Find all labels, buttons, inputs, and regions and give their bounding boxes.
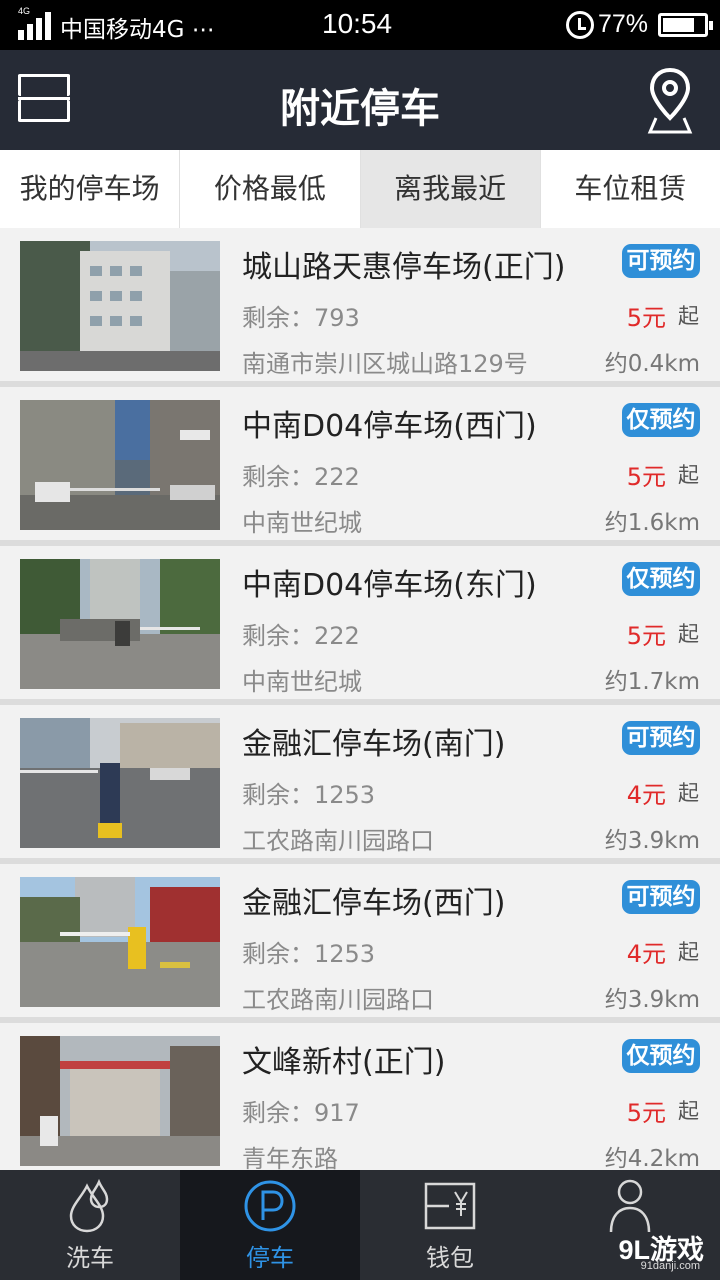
price-suffix: 起 [678, 781, 699, 805]
address: 中南世纪城 [242, 668, 362, 696]
price: 5元 [626, 304, 666, 332]
tab-space-rental[interactable]: 车位租赁 [541, 150, 720, 228]
tab-lowest-price[interactable]: 价格最低 [180, 150, 361, 228]
list-item[interactable]: 城山路天惠停车场(正门) 可预约 剩余：793 5元 起 南通市崇川区城山路12… [0, 228, 720, 381]
list-item[interactable]: 中南D04停车场(东门) 仅预约 剩余：222 5元 起 中南世纪城 约1.7k… [0, 546, 720, 699]
nav-parking[interactable]: 停车 [180, 1170, 360, 1280]
nav-label: 洗车 [66, 1244, 114, 1272]
parking-photo [20, 559, 220, 689]
parking-name: 中南D04停车场(东门) [242, 568, 537, 603]
price-suffix: 起 [678, 1099, 699, 1123]
price-suffix: 起 [678, 940, 699, 964]
status-bar: 4G 中国移动4G ⋯ 10:54 77% [0, 0, 720, 50]
parking-name: 金融汇停车场(南门) [242, 727, 506, 762]
remaining-spaces: 剩余：222 [242, 463, 360, 491]
watermark-domain: 91danji.com [640, 1260, 700, 1272]
nav-label: 钱包 [426, 1244, 474, 1272]
car-wash-drops-icon [63, 1178, 117, 1234]
price-suffix: 起 [678, 463, 699, 487]
parking-lot-list[interactable]: 城山路天惠停车场(正门) 可预约 剩余：793 5元 起 南通市崇川区城山路12… [0, 228, 720, 1170]
price: 4元 [626, 940, 666, 968]
remaining-spaces: 剩余：1253 [242, 940, 376, 968]
address: 青年东路 [242, 1145, 338, 1170]
address: 中南世纪城 [242, 509, 362, 537]
user-profile-icon [603, 1178, 657, 1234]
remaining-spaces: 剩余：222 [242, 622, 360, 650]
remaining-spaces: 剩余：1253 [242, 781, 376, 809]
clock: 10:54 [322, 8, 393, 39]
distance: 约3.9km [604, 828, 700, 854]
tab-nearest[interactable]: 离我最近 [360, 150, 541, 228]
address: 南通市崇川区城山路129号 [242, 350, 528, 378]
remaining-spaces: 剩余：793 [242, 304, 360, 332]
parking-photo [20, 1036, 220, 1166]
price: 5元 [626, 622, 666, 650]
nav-car-wash[interactable]: 洗车 [0, 1170, 180, 1280]
parking-name: 城山路天惠停车场(正门) [242, 250, 566, 285]
remaining-spaces: 剩余：917 [242, 1099, 360, 1127]
price: 5元 [626, 463, 666, 491]
signal-icon: 4G [18, 6, 54, 40]
nav-wallet[interactable]: 钱包 [360, 1170, 540, 1280]
parking-name: 中南D04停车场(西门) [242, 409, 537, 444]
battery-percent: 77% [598, 10, 649, 38]
list-item[interactable]: 中南D04停车场(西门) 仅预约 剩余：222 5元 起 中南世纪城 约1.6k… [0, 387, 720, 540]
site-watermark: 9L游戏 91danji.com [596, 1228, 720, 1280]
distance: 约0.4km [604, 351, 700, 377]
reservation-badge: 仅预约 [622, 562, 700, 596]
parking-photo [20, 877, 220, 1007]
reservation-badge: 可预约 [622, 244, 700, 278]
parking-p-icon [243, 1178, 297, 1234]
parking-name: 金融汇停车场(西门) [242, 886, 506, 921]
alarm-icon [566, 11, 594, 39]
map-pin-icon[interactable] [646, 66, 694, 136]
parking-photo [20, 718, 220, 848]
network-type-label: 4G [18, 6, 31, 16]
battery-icon [658, 13, 713, 37]
carrier-label: 中国移动4G ⋯ [60, 17, 215, 43]
nav-label: 停车 [246, 1244, 294, 1272]
price-suffix: 起 [678, 622, 699, 646]
price: 5元 [626, 1099, 666, 1127]
page-title: 附近停车 [280, 86, 440, 132]
price-suffix: 起 [678, 304, 699, 328]
distance: 约4.2km [604, 1146, 700, 1170]
distance: 约1.7km [604, 669, 700, 695]
address: 工农路南川园路口 [242, 827, 434, 855]
parking-photo [20, 400, 220, 530]
price: 4元 [626, 781, 666, 809]
reservation-badge: 可预约 [622, 721, 700, 755]
parking-photo [20, 241, 220, 371]
reservation-badge: 仅预约 [622, 403, 700, 437]
distance: 约1.6km [604, 510, 700, 536]
parking-name: 文峰新村(正门) [242, 1045, 446, 1080]
reservation-badge: 可预约 [622, 880, 700, 914]
wallet-yen-icon [423, 1178, 477, 1234]
address: 工农路南川园路口 [242, 986, 434, 1014]
reservation-badge: 仅预约 [622, 1039, 700, 1073]
list-item[interactable]: 文峰新村(正门) 仅预约 剩余：917 5元 起 青年东路 约4.2km [0, 1023, 720, 1170]
list-item[interactable]: 金融汇停车场(西门) 可预约 剩余：1253 4元 起 工农路南川园路口 约3.… [0, 864, 720, 1017]
sort-tabs: 我的停车场 价格最低 离我最近 车位租赁 [0, 150, 720, 228]
list-item[interactable]: 金融汇停车场(南门) 可预约 剩余：1253 4元 起 工农路南川园路口 约3.… [0, 705, 720, 858]
tab-my-parking[interactable]: 我的停车场 [0, 150, 181, 228]
app-header: 附近停车 [0, 50, 720, 150]
distance: 约3.9km [604, 987, 700, 1013]
